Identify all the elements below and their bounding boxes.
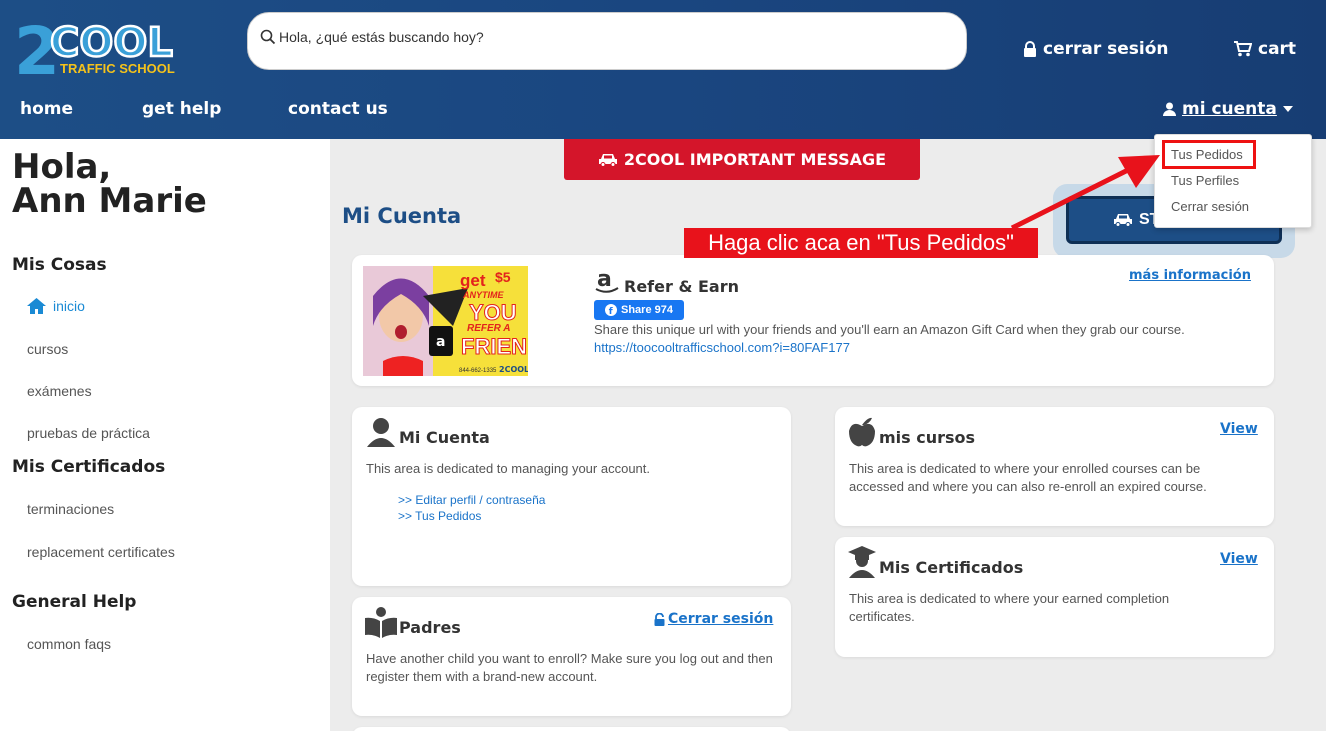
svg-text:844-662-1335: 844-662-1335	[459, 368, 497, 374]
lock-icon	[1024, 40, 1036, 57]
svg-text:FRIEND: FRIEND	[461, 334, 528, 359]
mi-cuenta-text: This area is dedicated to managing your …	[366, 461, 651, 476]
highlight-box	[1162, 140, 1256, 169]
sidebar-item-inicio[interactable]: inicio	[27, 298, 85, 314]
sidebar-item-common-faqs[interactable]: common faqs	[27, 636, 111, 652]
mis-cursos-view-link[interactable]: View	[1220, 421, 1258, 437]
mis-certificados-view-link[interactable]: View	[1220, 551, 1258, 567]
refer-description: Share this unique url with your friends …	[594, 322, 1185, 337]
cart-link[interactable]: cart	[1234, 39, 1296, 59]
search-icon	[260, 29, 276, 45]
nav-contact-us[interactable]: contact us	[288, 99, 388, 119]
logout-label: cerrar sesión	[1043, 39, 1169, 59]
user-icon	[1163, 102, 1176, 116]
padres-text: Have another child you want to enroll? M…	[366, 651, 773, 684]
svg-text:YOU: YOU	[469, 300, 517, 325]
car-icon	[598, 153, 617, 167]
svg-text:2COOL: 2COOL	[499, 365, 528, 374]
apple-icon	[848, 415, 876, 452]
edit-profile-link[interactable]: >> Editar perfil / contraseña	[398, 492, 545, 508]
search-placeholder: Hola, ¿qué estás buscando hoy?	[279, 29, 484, 45]
site-logo[interactable]: 2 COOL TRAFFIC SCHOOL	[14, 16, 184, 82]
sidebar-item-pruebas[interactable]: pruebas de práctica	[27, 425, 150, 441]
sidebar-item-label: inicio	[53, 298, 85, 314]
dropdown-item-tus-perfiles[interactable]: Tus Perfiles	[1171, 173, 1239, 188]
search-bar[interactable]: Hola, ¿qué estás buscando hoy?	[247, 12, 967, 70]
account-label: mi cuenta	[1182, 99, 1277, 119]
sidebar-heading-mis-certificados: Mis Certificados	[12, 457, 166, 477]
padres-title: Padres	[399, 618, 461, 637]
svg-text:REFER A: REFER A	[467, 323, 511, 334]
greeting-line-2: Ann Marie	[12, 181, 207, 221]
logout-link[interactable]: cerrar sesión	[1023, 39, 1169, 59]
cart-label: cart	[1258, 39, 1297, 59]
svg-text:TRAFFIC SCHOOL: TRAFFIC SCHOOL	[60, 61, 175, 76]
home-icon	[27, 298, 46, 314]
page-title: Mi Cuenta	[342, 204, 462, 228]
sidebar-item-replacement-certificates[interactable]: replacement certificates	[27, 544, 175, 560]
mis-certificados-title: Mis Certificados	[879, 558, 1024, 577]
book-reader-icon	[365, 606, 397, 643]
important-message-button[interactable]: 2COOL IMPORTANT MESSAGE	[564, 139, 920, 180]
mis-cursos-title: mis cursos	[879, 428, 976, 447]
greeting-line-1: Hola,	[12, 147, 112, 187]
car-icon	[1114, 214, 1132, 227]
important-message-label: 2COOL IMPORTANT MESSAGE	[623, 150, 887, 169]
facebook-icon: f	[605, 304, 617, 316]
more-info-link[interactable]: más información	[1129, 268, 1251, 283]
account-menu-toggle[interactable]: mi cuenta	[1163, 99, 1293, 119]
mis-certificados-text: This area is dedicated to where your ear…	[849, 591, 1170, 624]
instruction-callout: Haga clic aca en "Tus Pedidos"	[684, 228, 1038, 258]
refer-promo-image[interactable]: a get $5 ANYTIME YOU REFER A FRIEND 844-…	[363, 266, 528, 376]
dropdown-item-cerrar-sesion[interactable]: Cerrar sesión	[1171, 199, 1249, 214]
greeting: Hola, Ann Marie	[12, 150, 207, 218]
padres-logout-label: Cerrar sesión	[668, 611, 774, 627]
mis-cursos-text: This area is dedicated to where your enr…	[849, 461, 1207, 494]
svg-text:a: a	[597, 268, 612, 292]
svg-text:ANYTIME: ANYTIME	[462, 290, 504, 300]
facebook-share-button[interactable]: f Share 974	[594, 300, 684, 320]
nav-home[interactable]: home	[20, 99, 73, 119]
sidebar-item-examenes[interactable]: exámenes	[27, 383, 92, 399]
graduate-icon	[848, 546, 876, 583]
mi-cuenta-title: Mi Cuenta	[399, 428, 490, 447]
sidebar-heading-mis-cosas: Mis Cosas	[12, 255, 107, 275]
amazon-icon: a	[594, 267, 620, 299]
orders-link[interactable]: >> Tus Pedidos	[398, 508, 481, 524]
svg-text:a: a	[436, 334, 445, 350]
sidebar-item-cursos[interactable]: cursos	[27, 341, 68, 357]
referral-url[interactable]: https://toocooltrafficschool.com?i=80FAF…	[594, 339, 850, 357]
svg-text:get: get	[460, 271, 486, 290]
sidebar-heading-general-help: General Help	[12, 592, 137, 612]
user-icon	[366, 417, 396, 452]
svg-text:f: f	[609, 307, 613, 316]
nav-get-help[interactable]: get help	[142, 99, 221, 119]
sidebar-item-terminaciones[interactable]: terminaciones	[27, 501, 114, 517]
cart-icon	[1234, 41, 1252, 57]
caret-down-icon	[1282, 106, 1293, 112]
padres-logout-link[interactable]: Cerrar sesión	[654, 611, 773, 627]
lock-icon	[654, 612, 665, 626]
logo-cool-text: COOL	[50, 20, 173, 66]
partial-card	[352, 727, 791, 731]
share-count: Share 974	[621, 304, 673, 316]
svg-text:$5: $5	[495, 269, 511, 285]
refer-earn-title: Refer & Earn	[624, 277, 739, 296]
